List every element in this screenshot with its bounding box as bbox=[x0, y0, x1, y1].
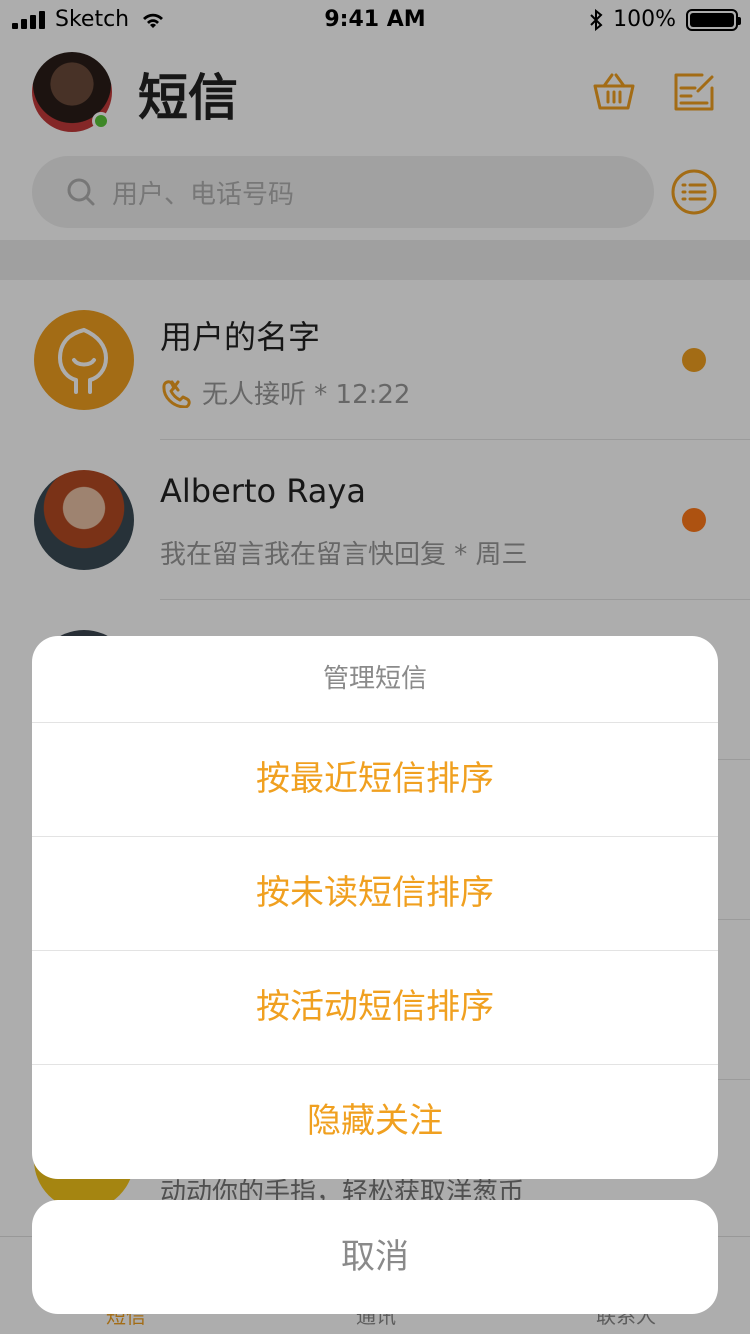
action-sheet: 管理短信 按最近短信排序 按未读短信排序 按活动短信排序 隐藏关注 bbox=[32, 636, 718, 1179]
sort-by-active-button[interactable]: 按活动短信排序 bbox=[32, 951, 718, 1065]
hide-follow-button[interactable]: 隐藏关注 bbox=[32, 1065, 718, 1178]
sort-by-unread-button[interactable]: 按未读短信排序 bbox=[32, 837, 718, 951]
sort-by-recent-button[interactable]: 按最近短信排序 bbox=[32, 723, 718, 837]
cancel-button[interactable]: 取消 bbox=[32, 1200, 718, 1314]
action-sheet-title: 管理短信 bbox=[32, 636, 718, 723]
